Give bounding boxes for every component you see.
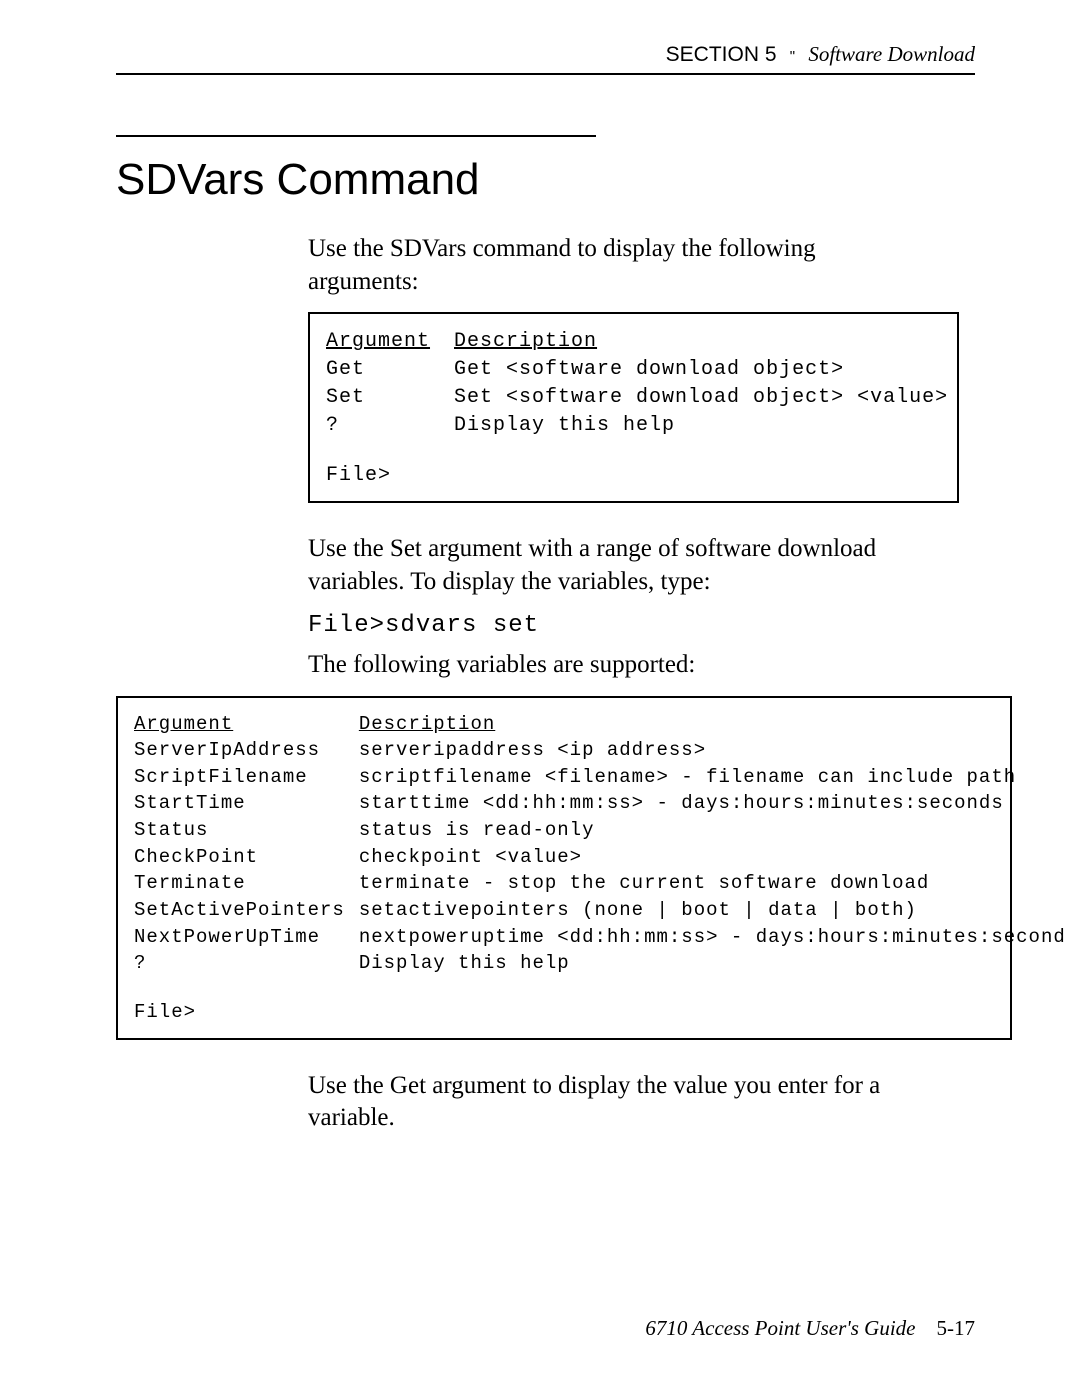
table-row: Get Get <software download object> — [326, 356, 948, 384]
arg-cell: ? — [134, 951, 359, 978]
page-number: 5-17 — [937, 1316, 976, 1340]
table-row: CheckPointcheckpoint <value> — [134, 845, 1066, 872]
page-footer: 6710 Access Point User's Guide 5-17 — [0, 1316, 975, 1341]
table-row: ? Display this help — [326, 412, 948, 440]
title-rule — [116, 135, 596, 137]
box2-header-arg: Argument — [134, 712, 359, 739]
desc-cell: starttime <dd:hh:mm:ss> - days:hours:min… — [359, 791, 1066, 818]
box1-header-desc: Description — [454, 328, 948, 356]
table-row: Set Set <software download object> <valu… — [326, 384, 948, 412]
arg-cell: SetActivePointers — [134, 898, 359, 925]
desc-cell: Display this help — [359, 951, 1066, 978]
desc-cell: status is read-only — [359, 818, 1066, 845]
arg-cell: ? — [326, 412, 454, 440]
desc-cell: Get <software download object> — [454, 356, 948, 384]
page: SECTION 5 " Software Download SDVars Com… — [0, 0, 1080, 1397]
arg-cell: NextPowerUpTime — [134, 925, 359, 952]
desc-cell: Set <software download object> <value> — [454, 384, 948, 412]
table-row: StartTimestarttime <dd:hh:mm:ss> - days:… — [134, 791, 1066, 818]
box2-prompt: File> — [134, 1000, 994, 1026]
page-title: SDVars Command — [116, 155, 975, 205]
table-row: NextPowerUpTimenextpoweruptime <dd:hh:mm… — [134, 925, 1066, 952]
arg-cell: StartTime — [134, 791, 359, 818]
supported-intro: The following variables are supported: — [308, 649, 965, 682]
section-label: SECTION 5 — [666, 43, 777, 66]
arg-cell: ServerIpAddress — [134, 738, 359, 765]
desc-cell: Display this help — [454, 412, 948, 440]
set-command: File>sdvars set — [308, 612, 965, 639]
desc-cell: setactivepointers (none | boot | data | … — [359, 898, 1066, 925]
arguments-box-2: Argument Description ServerIpAddressserv… — [116, 696, 1012, 1040]
table-row: ServerIpAddressserveripaddress <ip addre… — [134, 738, 1066, 765]
arg-cell: Status — [134, 818, 359, 845]
box1-prompt: File> — [326, 462, 941, 489]
chapter-title: Software Download — [808, 42, 975, 66]
desc-cell: nextpoweruptime <dd:hh:mm:ss> - days:hou… — [359, 925, 1066, 952]
table-row: ScriptFilenamescriptfilename <filename> … — [134, 765, 1066, 792]
arguments-box-1: Argument Description Get Get <software d… — [308, 312, 959, 503]
page-header: SECTION 5 " Software Download — [116, 42, 975, 75]
arg-cell: CheckPoint — [134, 845, 359, 872]
arg-cell: Terminate — [134, 871, 359, 898]
table-row: SetActivePointerssetactivepointers (none… — [134, 898, 1066, 925]
box2-header-desc: Description — [359, 712, 1066, 739]
arg-cell: ScriptFilename — [134, 765, 359, 792]
guide-title: 6710 Access Point User's Guide — [645, 1316, 915, 1340]
desc-cell: checkpoint <value> — [359, 845, 1066, 872]
box1-header-arg: Argument — [326, 328, 454, 356]
arg-cell: Get — [326, 356, 454, 384]
set-intro-paragraph: Use the Set argument with a range of sof… — [308, 533, 965, 598]
intro-paragraph: Use the SDVars command to display the fo… — [308, 233, 855, 298]
table-row: Statusstatus is read-only — [134, 818, 1066, 845]
desc-cell: serveripaddress <ip address> — [359, 738, 1066, 765]
table-row: Terminateterminate - stop the current so… — [134, 871, 1066, 898]
get-intro-paragraph: Use the Get argument to display the valu… — [308, 1070, 965, 1135]
desc-cell: scriptfilename <filename> - filename can… — [359, 765, 1066, 792]
desc-cell: terminate - stop the current software do… — [359, 871, 1066, 898]
arg-cell: Set — [326, 384, 454, 412]
header-separator: " — [782, 48, 803, 65]
table-row: ?Display this help — [134, 951, 1066, 978]
